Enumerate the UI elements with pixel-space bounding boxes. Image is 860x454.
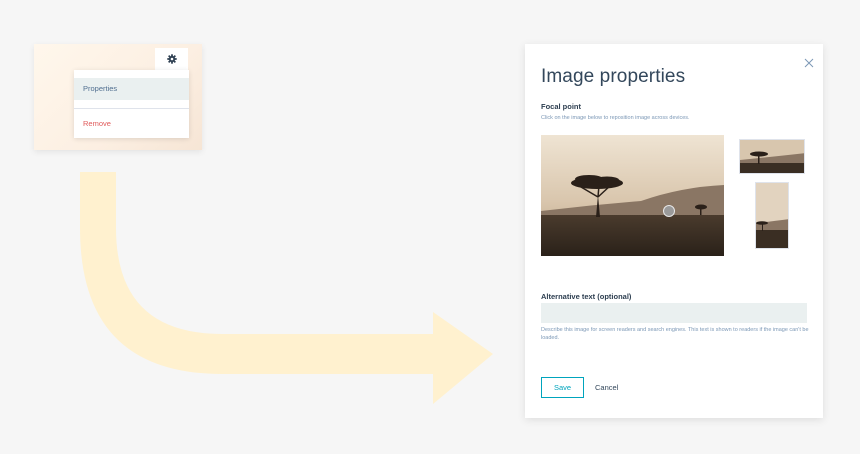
menu-item-remove[interactable]: Remove — [74, 113, 189, 135]
cancel-button[interactable]: Cancel — [595, 377, 618, 398]
desktop-preview — [739, 139, 805, 174]
context-menu: Properties Remove — [74, 70, 189, 138]
focal-point-image[interactable] — [541, 135, 724, 256]
desktop-preview-image — [740, 140, 804, 173]
focal-point-label: Focal point — [541, 102, 581, 111]
savanna-photo — [541, 135, 724, 256]
close-icon — [804, 58, 814, 68]
gear-icon — [166, 54, 177, 64]
mobile-preview-image — [756, 183, 788, 248]
menu-divider — [74, 108, 189, 109]
close-button[interactable] — [803, 56, 815, 68]
focal-point-marker[interactable] — [663, 205, 675, 217]
image-properties-modal: Image properties Focal point Click on th… — [525, 44, 823, 418]
menu-item-properties[interactable]: Properties — [74, 78, 189, 100]
mobile-preview — [755, 182, 789, 249]
alt-text-input[interactable] — [541, 303, 807, 323]
alt-text-helper: Describe this image for screen readers a… — [541, 327, 809, 341]
save-button[interactable]: Save — [541, 377, 584, 398]
modal-title: Image properties — [541, 66, 686, 87]
settings-button[interactable] — [155, 48, 188, 70]
alt-text-label: Alternative text (optional) — [541, 292, 632, 301]
focal-point-helper: Click on the image below to reposition i… — [541, 115, 690, 121]
